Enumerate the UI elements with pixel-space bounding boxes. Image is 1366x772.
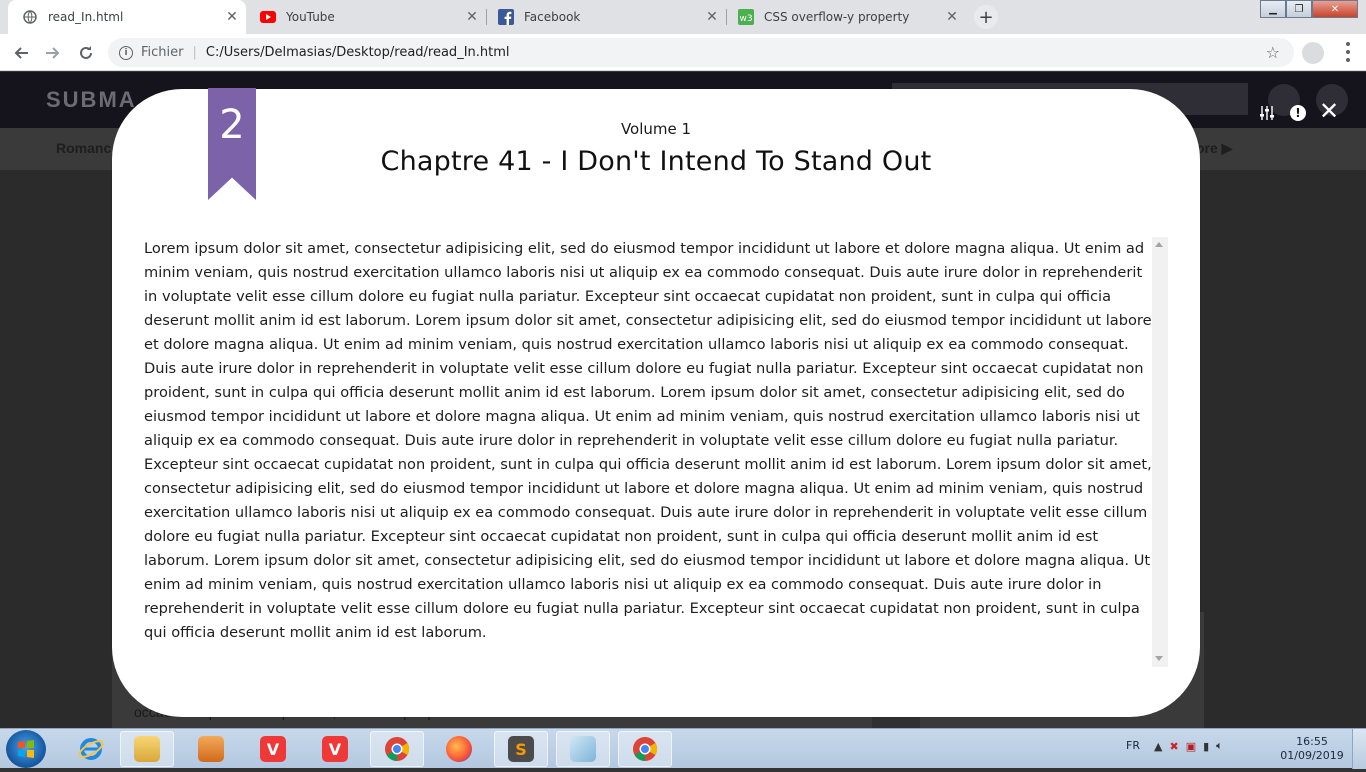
internet-explorer-icon[interactable] xyxy=(64,731,118,767)
tab-read-in[interactable]: read_In.html ✕ xyxy=(8,0,246,34)
tab-facebook[interactable]: Facebook ✕ xyxy=(484,0,726,34)
profile-avatar[interactable] xyxy=(1302,42,1324,64)
chrome-icon[interactable] xyxy=(370,731,424,767)
window-controls: ▁ ❐ ✕ xyxy=(1260,0,1358,18)
scheme-label: Fichier xyxy=(141,45,184,60)
window-close-button[interactable]: ✕ xyxy=(1312,0,1358,18)
new-tab-button[interactable]: + xyxy=(974,5,998,29)
reader-modal: 2 Volume 1 Chaptre 41 - I Don't Intend T… xyxy=(112,88,1200,717)
tab-youtube[interactable]: YouTube ✕ xyxy=(246,0,486,34)
vivaldi-icon[interactable]: V xyxy=(246,731,300,767)
youtube-icon xyxy=(260,9,276,25)
reload-button[interactable] xyxy=(73,40,99,66)
windows-start-button[interactable] xyxy=(6,730,46,768)
maximize-button[interactable]: ❐ xyxy=(1286,0,1312,18)
chapter-title: Chaptre 41 - I Don't Intend To Stand Out xyxy=(380,146,932,177)
signal-bars-icon[interactable]: ▮ xyxy=(1203,740,1209,753)
close-tab-icon[interactable]: ✕ xyxy=(704,9,720,25)
info-icon[interactable]: i xyxy=(119,45,133,60)
back-button[interactable] xyxy=(8,40,34,66)
minimize-button[interactable]: ▁ xyxy=(1260,0,1286,18)
tab-css-overflow[interactable]: w3 CSS overflow-y property ✕ xyxy=(724,0,966,34)
clock-date: 01/09/2019 xyxy=(1280,749,1344,762)
show-hidden-icons-icon[interactable]: ▲ xyxy=(1154,740,1162,753)
windows-logo-icon xyxy=(18,740,34,758)
arrow-left-icon xyxy=(14,47,28,59)
reload-icon xyxy=(80,46,92,59)
language-indicator[interactable]: FR xyxy=(1126,739,1140,752)
taskbar-clock[interactable]: 16:55 01/09/2019 xyxy=(1280,735,1344,763)
close-tab-icon[interactable]: ✕ xyxy=(464,9,480,25)
chapter-bookmark-ribbon: 2 xyxy=(208,88,256,200)
report-alert-icon[interactable]: ! xyxy=(1289,104,1307,122)
svg-text:w3: w3 xyxy=(739,14,752,24)
arrow-right-icon xyxy=(46,47,60,59)
tab-title: CSS overflow-y property xyxy=(764,10,910,24)
close-tab-icon[interactable]: ✕ xyxy=(224,9,240,25)
notepad-icon[interactable] xyxy=(556,731,610,767)
firefox-icon[interactable] xyxy=(432,731,486,767)
bookmark-star-icon[interactable]: ☆ xyxy=(1266,43,1280,62)
subnav-more[interactable]: ore ▶ xyxy=(1196,140,1232,157)
forward-button[interactable] xyxy=(40,40,66,66)
windows-taskbar: V V S FR ▲ ✖ ▣ ▮ 🔈︎ 16:55 01/09/2019 xyxy=(0,728,1366,769)
browser-menu-icon[interactable] xyxy=(1345,42,1351,62)
omnibox-divider: | xyxy=(192,45,197,60)
chrome-icon[interactable] xyxy=(618,731,672,767)
close-tab-icon[interactable]: ✕ xyxy=(944,9,960,25)
vivaldi-icon[interactable]: V xyxy=(308,731,362,767)
subnav-genre[interactable]: Romanc xyxy=(56,140,111,156)
volume-icon[interactable]: 🔈︎ xyxy=(1216,739,1223,753)
scroll-up-arrow-icon[interactable] xyxy=(1155,242,1163,247)
tab-title: read_In.html xyxy=(48,10,124,24)
tab-title: YouTube xyxy=(286,10,335,24)
show-desktop-button[interactable] xyxy=(1352,729,1366,769)
chapter-body-text: Lorem ipsum dolor sit amet, consectetur … xyxy=(144,240,1152,641)
scroll-down-arrow-icon[interactable] xyxy=(1155,656,1163,661)
network-warning-icon[interactable]: ✖ xyxy=(1169,740,1178,753)
settings-sliders-icon[interactable] xyxy=(1258,104,1276,122)
close-reader-icon[interactable]: ✕ xyxy=(1319,97,1339,125)
reader-scrollbar[interactable] xyxy=(1152,237,1168,667)
file-explorer-icon[interactable] xyxy=(120,731,174,767)
site-logo[interactable]: SUBMA xyxy=(46,87,137,113)
address-bar[interactable]: i Fichier | C:/Users/Delmasias/Desktop/r… xyxy=(108,38,1294,67)
clock-time: 16:55 xyxy=(1296,735,1328,748)
tab-title: Facebook xyxy=(524,10,581,24)
browser-tab-strip: read_In.html ✕ YouTube ✕ Facebook ✕ w3 C… xyxy=(0,0,1366,34)
media-player-icon[interactable] xyxy=(184,731,238,767)
system-tray: ▲ ✖ ▣ ▮ 🔈︎ xyxy=(1154,739,1223,753)
security-icon[interactable]: ▣ xyxy=(1186,740,1196,753)
url-text[interactable]: C:/Users/Delmasias/Desktop/read/read_In.… xyxy=(206,45,510,60)
sublime-text-icon[interactable]: S xyxy=(494,731,548,767)
browser-toolbar: i Fichier | C:/Users/Delmasias/Desktop/r… xyxy=(0,34,1366,71)
globe-icon xyxy=(22,9,38,25)
volume-label: Volume 1 xyxy=(620,120,692,138)
w3schools-icon: w3 xyxy=(738,9,754,25)
facebook-icon xyxy=(498,9,514,25)
